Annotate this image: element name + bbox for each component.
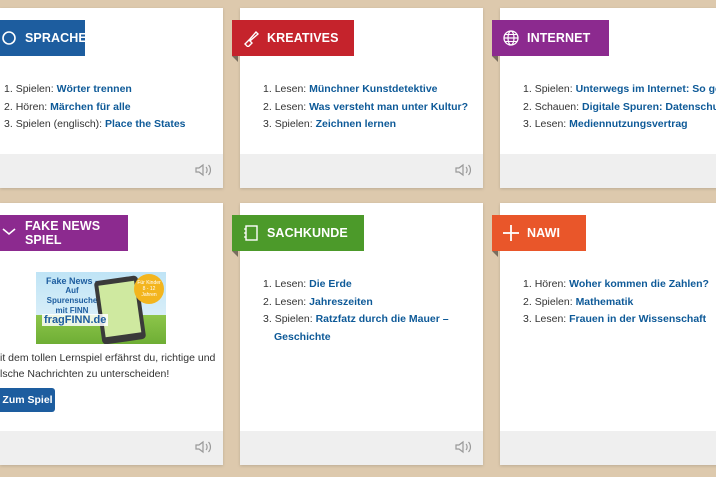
list-item: 3. Lesen: Mediennutzungsvertrag	[523, 118, 688, 130]
card-sprache: SPRACHE 1. Spielen: Wörter trennen 2. Hö…	[0, 8, 223, 188]
notebook-icon	[242, 224, 260, 242]
link-list: 1. Spielen: Unterwegs im Internet: So ge…	[523, 81, 716, 134]
list-item: 3. Spielen: Ratzfatz durch die Mauer – G…	[263, 313, 449, 343]
speech-bubble-icon	[0, 29, 18, 47]
list-item: 2. Schauen: Digitale Spuren: Datenschutz	[523, 99, 716, 117]
card-footer	[0, 431, 223, 465]
category-tag-internet[interactable]: INTERNET	[492, 20, 609, 62]
link-maerchen[interactable]: Märchen für alle	[50, 101, 131, 113]
link-zeichnen-lernen[interactable]: Zeichnen lernen	[316, 118, 397, 130]
category-title: KREATIVES	[267, 31, 339, 45]
speaker-icon[interactable]	[195, 163, 213, 177]
list-item: 1. Spielen: Unterwegs im Internet: So ge…	[523, 81, 716, 99]
link-mathematik[interactable]: Mathematik	[576, 296, 634, 308]
promo-text-line: lsche Nachrichten zu unterscheiden!	[0, 368, 170, 380]
link-woerter-trennen[interactable]: Wörter trennen	[57, 83, 132, 95]
list-item: 1. Lesen: Münchner Kunstdetektive	[263, 83, 438, 95]
globe-icon	[502, 29, 520, 47]
list-item: 1. Hören: Woher kommen die Zahlen?	[523, 278, 709, 290]
link-unterwegs-im-internet[interactable]: Unterwegs im Internet: So geht´s!	[576, 83, 716, 95]
zum-spiel-button[interactable]: Zum Spiel	[0, 388, 55, 412]
category-tag-sprache[interactable]: SPRACHE	[0, 20, 87, 56]
link-place-the-states[interactable]: Place the States	[105, 118, 186, 130]
list-item: 3. Spielen (englisch): Place the States	[4, 118, 186, 130]
card-internet: INTERNET 1. Spielen: Unterwegs im Intern…	[492, 8, 716, 188]
category-title: FAKE NEWS SPIEL	[25, 219, 101, 247]
card-footer	[500, 154, 716, 188]
link-frauen-in-der-wissenschaft[interactable]: Frauen in der Wissenschaft	[569, 313, 706, 325]
category-title: SACHKUNDE	[267, 226, 348, 240]
link-list: 1. Hören: Woher kommen die Zahlen? 2. Sp…	[523, 276, 709, 329]
brand-logo: fragFINN.de	[42, 314, 109, 326]
card-footer	[500, 431, 716, 465]
speaker-icon[interactable]	[455, 163, 473, 177]
link-digitale-spuren[interactable]: Digitale Spuren: Datenschutz	[582, 101, 716, 113]
card-footer	[240, 154, 483, 188]
category-title: SPRACHE	[25, 31, 87, 45]
age-badge: Für Kinder 8 - 12 Jahren	[134, 274, 164, 304]
list-item: 3. Lesen: Frauen in der Wissenschaft	[523, 313, 707, 325]
speech-bubble-icon	[0, 224, 18, 242]
link-list: 1. Lesen: Münchner Kunstdetektive 2. Les…	[263, 81, 468, 134]
list-item: 2. Lesen: Jahreszeiten	[263, 295, 373, 308]
link-woher-kommen-die-zahlen[interactable]: Woher kommen die Zahlen?	[569, 278, 709, 290]
category-title: NAWI	[527, 226, 561, 240]
list-item: 2. Hören: Märchen für alle	[4, 100, 131, 113]
card-kreatives: KREATIVES 1. Lesen: Münchner Kunstdetekt…	[232, 8, 483, 188]
link-kunstdetektive[interactable]: Münchner Kunstdetektive	[309, 83, 437, 95]
category-tag-kreatives[interactable]: KREATIVES	[232, 20, 354, 62]
category-title: INTERNET	[527, 31, 591, 45]
image-text: Fake News -	[45, 276, 99, 286]
link-list: 1. Spielen: Wörter trennen 2. Hören: Mär…	[4, 81, 186, 134]
link-mediennutzungsvertrag[interactable]: Mediennutzungsvertrag	[569, 118, 687, 130]
image-text: Auf Spurensuche	[46, 286, 98, 305]
card-footer	[240, 431, 483, 465]
plus-icon	[502, 224, 520, 242]
link-jahreszeiten[interactable]: Jahreszeiten	[309, 296, 373, 308]
promo-text-line: it dem tollen Lernspiel erfährst du, ric…	[0, 352, 216, 364]
list-item: 1. Lesen: Die Erde	[263, 278, 352, 290]
link-die-erde[interactable]: Die Erde	[309, 278, 352, 290]
link-list: 1. Lesen: Die Erde 2. Lesen: Jahreszeite…	[263, 276, 463, 346]
speaker-icon[interactable]	[195, 440, 213, 454]
paintbrush-icon	[242, 29, 260, 48]
link-kultur[interactable]: Was versteht man unter Kultur?	[309, 101, 468, 113]
category-tag-fake-news[interactable]: FAKE NEWS SPIEL	[0, 215, 128, 251]
promo-text: it dem tollen Lernspiel erfährst du, ric…	[0, 350, 215, 382]
speaker-icon[interactable]	[455, 440, 473, 454]
card-nawi: NAWI 1. Hören: Woher kommen die Zahlen? …	[492, 203, 716, 465]
list-item: 3. Spielen: Zeichnen lernen	[263, 118, 397, 130]
card-sachkunde: SACHKUNDE 1. Lesen: Die Erde 2. Lesen: J…	[232, 203, 483, 465]
card-footer	[0, 154, 223, 188]
list-item: 1. Spielen: Wörter trennen	[4, 83, 132, 95]
category-tag-sachkunde[interactable]: SACHKUNDE	[232, 215, 364, 257]
category-tag-nawi[interactable]: NAWI	[492, 215, 586, 257]
list-item: 2. Lesen: Was versteht man unter Kultur?	[263, 100, 469, 113]
list-item: 2. Spielen: Mathematik	[523, 295, 634, 308]
fake-news-game-image[interactable]: Fake News - Auf Spurensuche mit FINN Für…	[36, 272, 166, 344]
